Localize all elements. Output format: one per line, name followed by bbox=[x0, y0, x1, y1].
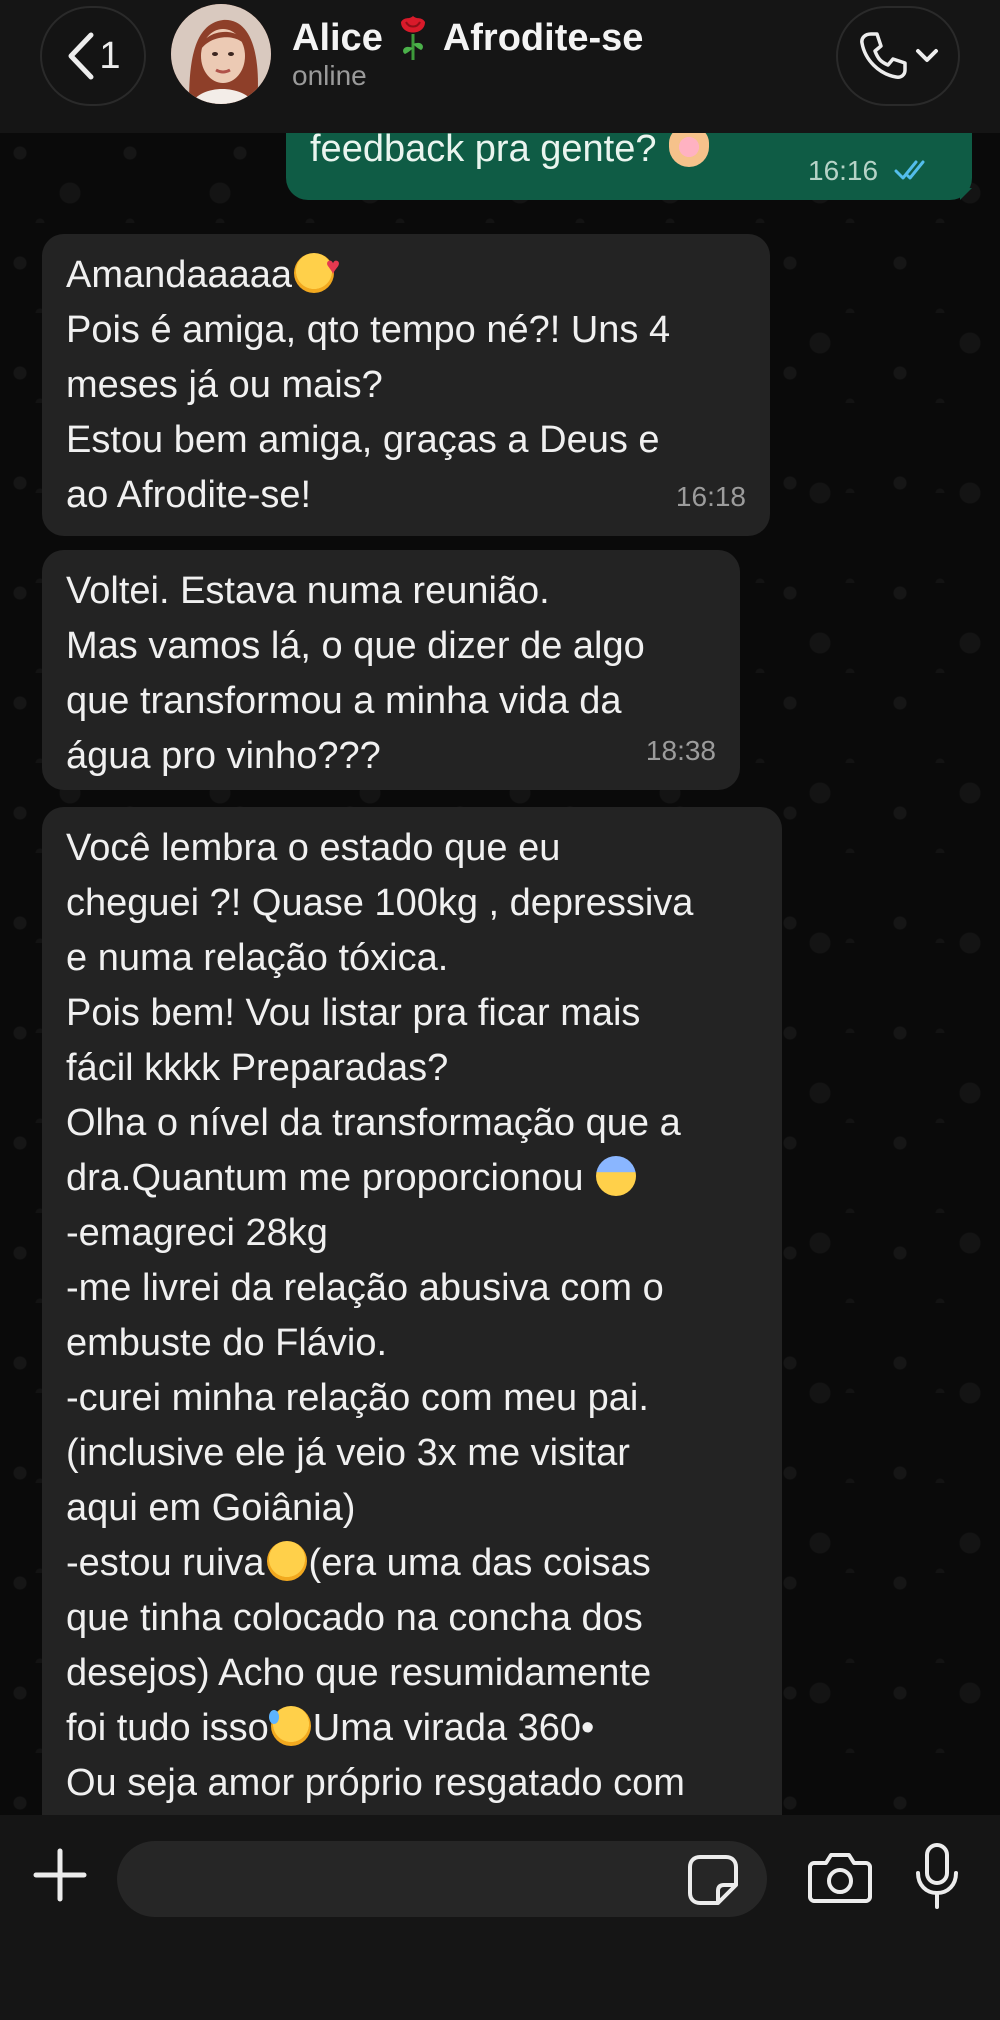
microphone-icon[interactable] bbox=[912, 1841, 962, 1913]
contact-first-name: Alice bbox=[292, 16, 383, 59]
read-receipt-icon bbox=[894, 160, 925, 180]
message-line: Pois bem! Vou listar pra ficar mais bbox=[66, 992, 641, 1034]
message-time: 16:18 bbox=[675, 481, 746, 512]
message-time: 18:38 bbox=[645, 735, 716, 766]
message-line: Você lembra o estado que eu bbox=[66, 827, 561, 869]
chevron-left-icon bbox=[68, 32, 94, 80]
contact-business-name: Afrodite-se bbox=[442, 16, 644, 59]
message-line: Pois é amiga, qto tempo né?! Uns 4 bbox=[66, 309, 671, 351]
outgoing-message[interactable]: feedback pra gente? 16:16 bbox=[286, 133, 972, 200]
incoming-message[interactable]: Você lembra o estado que eu cheguei ?! Q… bbox=[42, 807, 782, 1815]
heart-hands-emoji-icon bbox=[669, 133, 710, 167]
message-time: 16:16 bbox=[808, 155, 879, 186]
message-line: Mas vamos lá, o que dizer de algo bbox=[66, 625, 645, 667]
message-line: -estou ruiva (era uma das coisas bbox=[66, 1541, 651, 1584]
camera-icon[interactable] bbox=[808, 1849, 872, 1905]
message-text: feedback pra gente? bbox=[310, 133, 711, 171]
message-line: meses já ou mais? bbox=[66, 364, 383, 406]
message-line: foi tudo isso Uma virada 360• bbox=[66, 1706, 595, 1749]
heart-eyes-emoji-icon bbox=[266, 1541, 307, 1581]
bubble-tail bbox=[960, 188, 972, 200]
phone-icon bbox=[860, 32, 907, 79]
call-button[interactable] bbox=[836, 6, 960, 106]
message-line: que transformou a minha vida da bbox=[66, 680, 622, 722]
message-input[interactable] bbox=[117, 1841, 767, 1917]
message-line: Olha o nível da transformação que a bbox=[66, 1102, 681, 1144]
smiling-face-hearts-emoji-icon bbox=[294, 239, 340, 294]
contact-name[interactable]: Alice Afrodite-se bbox=[292, 14, 643, 62]
message-line: -emagreci 28kg bbox=[66, 1212, 328, 1254]
message-line: água pro vinho??? bbox=[66, 735, 381, 777]
message-line: -me livrei da relação abusiva com o bbox=[66, 1267, 664, 1309]
message-line: -curei minha relação com meu pai. bbox=[66, 1377, 649, 1419]
message-line: e numa relação tóxica. bbox=[66, 937, 449, 979]
composer-bar bbox=[0, 1815, 1000, 2020]
unread-count: 1 bbox=[99, 34, 121, 77]
presence-status: online bbox=[292, 60, 367, 91]
message-line: dra.Quantum me proporcionou bbox=[66, 1151, 758, 1206]
message-line: cheguei ?! Quase 100kg , depressiva bbox=[66, 882, 694, 924]
avatar[interactable] bbox=[171, 4, 271, 104]
message-line: ao Afrodite-se! bbox=[66, 474, 312, 516]
screaming-face-emoji-icon bbox=[596, 1156, 637, 1196]
grinning-sweat-emoji-icon bbox=[268, 1706, 311, 1746]
message-line: embuste do Flávio. bbox=[66, 1322, 388, 1364]
message-line: desejos) Acho que resumidamente bbox=[66, 1652, 652, 1694]
incoming-message[interactable]: Voltei. Estava numa reunião. Mas vamos l… bbox=[42, 550, 740, 790]
message-line: Ou seja amor próprio resgatado com bbox=[66, 1762, 685, 1804]
chat-messages[interactable]: feedback pra gente? 16:16 Amandaaaaa Poi… bbox=[0, 133, 1000, 1815]
incoming-message[interactable]: Amandaaaaa Pois é amiga, qto tempo né?! … bbox=[42, 234, 770, 536]
back-button[interactable]: 1 bbox=[40, 6, 146, 106]
plus-icon[interactable] bbox=[30, 1845, 90, 1905]
message-line: fácil kkkk Preparadas? bbox=[66, 1047, 449, 1089]
chevron-down-icon bbox=[916, 49, 938, 62]
message-line: Estou bem amiga, graças a Deus e bbox=[66, 419, 660, 461]
message-line: que tinha colocado na concha dos bbox=[66, 1597, 643, 1639]
rose-emoji-icon bbox=[400, 16, 425, 60]
message-line: Amandaaaaa bbox=[66, 239, 746, 303]
message-line: (inclusive ele já veio 3x me visitar bbox=[66, 1432, 630, 1474]
sticker-icon[interactable] bbox=[686, 1853, 740, 1907]
chat-header: 1 Alice Afrodite-se online bbox=[0, 0, 1000, 133]
message-line: Voltei. Estava numa reunião. bbox=[66, 570, 550, 612]
message-line: aqui em Goiânia) bbox=[66, 1487, 356, 1529]
